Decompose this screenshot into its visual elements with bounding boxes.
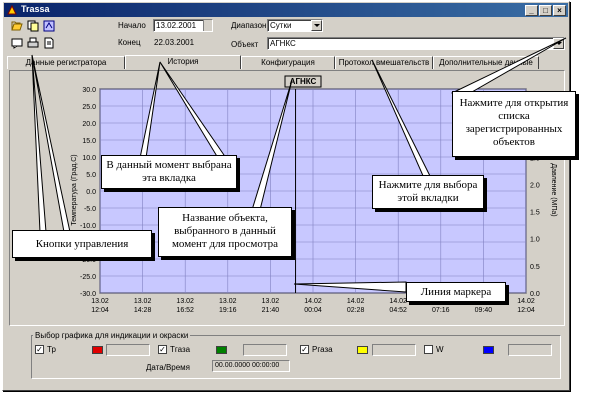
value-box-tgaz: [243, 344, 287, 356]
range-value: Сутки: [270, 21, 292, 30]
value-box-w: [508, 344, 552, 356]
label-pgaz: Ргаза: [312, 345, 333, 354]
range-dropdown-icon[interactable]: [311, 20, 322, 31]
selection-group-title: Выбор графика для индикации и окраски: [33, 331, 191, 340]
end-date-value: 22.03.2001: [154, 38, 195, 47]
tab-configuration[interactable]: Конфигурация: [241, 56, 335, 69]
config-icon[interactable]: [43, 20, 55, 32]
color-swatch-w[interactable]: [483, 346, 494, 354]
tab-intervention-log[interactable]: Протокол вмешательств: [335, 56, 433, 69]
start-label: Начало: [118, 21, 146, 30]
color-swatch-tgaz[interactable]: [216, 346, 227, 354]
label-w: W: [436, 345, 444, 354]
tab-history[interactable]: История: [125, 55, 241, 69]
datetime-value: 00.00.0000 00:00:00: [212, 360, 290, 372]
tab-recorder-data[interactable]: Данные регистратора: [7, 56, 125, 69]
open-icon[interactable]: [11, 20, 23, 32]
checkbox-w[interactable]: [424, 345, 433, 354]
copy-icon[interactable]: [27, 20, 39, 32]
end-label: Конец: [118, 38, 141, 47]
checkbox-tr[interactable]: ✓: [35, 345, 44, 354]
label-tgaz: Тгаза: [170, 345, 191, 354]
tab-additional-data[interactable]: Дополнительные данные: [433, 56, 539, 69]
start-date-spinner[interactable]: [203, 20, 212, 31]
checkbox-tgaz[interactable]: ✓: [158, 345, 167, 354]
range-select[interactable]: Сутки: [267, 19, 323, 32]
value-box-pgaz: [372, 344, 416, 356]
doc-icon[interactable]: [43, 37, 55, 49]
title-bar: Trassa _ □ ×: [4, 3, 568, 17]
note-icon[interactable]: [11, 37, 23, 49]
value-box-tr: [106, 344, 150, 356]
app-icon: [7, 5, 17, 15]
print-icon[interactable]: [27, 37, 39, 49]
object-select[interactable]: АГНКС: [267, 37, 565, 50]
start-date-value: 13.02.2001: [156, 21, 197, 30]
callout-open-list: Нажмите для открытия списка зарегистриро…: [452, 91, 576, 157]
object-label: Объект: [231, 40, 259, 49]
callout-choose-tab: Нажмите для выбора этой вкладки: [372, 175, 484, 209]
label-tr: Тр: [47, 345, 56, 354]
callout-object-name: Название объекта, выбранного в данный мо…: [158, 207, 292, 257]
maximize-button[interactable]: □: [539, 5, 552, 16]
close-button[interactable]: ×: [553, 5, 566, 16]
datetime-label: Дата/Время: [146, 363, 191, 372]
window-title: Trassa: [21, 4, 50, 14]
start-date-field[interactable]: 13.02.2001: [153, 19, 213, 32]
range-label: Диапазон: [231, 21, 267, 30]
tab-bar: Данные регистратора История Конфигурация…: [7, 55, 567, 69]
checkbox-pgaz[interactable]: ✓: [300, 345, 309, 354]
callout-controls: Кнопки управления: [12, 230, 152, 258]
app-window: Trassa _ □ × Начало 13.02.2001 Конец 22.…: [2, 1, 570, 391]
object-dropdown-icon[interactable]: [553, 38, 564, 49]
object-value: АГНКС: [270, 39, 296, 48]
callout-selected-tab: В данный момент выбрана эта вкладка: [101, 155, 237, 189]
selection-group: [31, 335, 561, 379]
callout-marker-line: Линия маркера: [406, 282, 506, 302]
minimize-button[interactable]: _: [525, 5, 538, 16]
color-swatch-pgaz[interactable]: [357, 346, 368, 354]
color-swatch-tr[interactable]: [92, 346, 103, 354]
